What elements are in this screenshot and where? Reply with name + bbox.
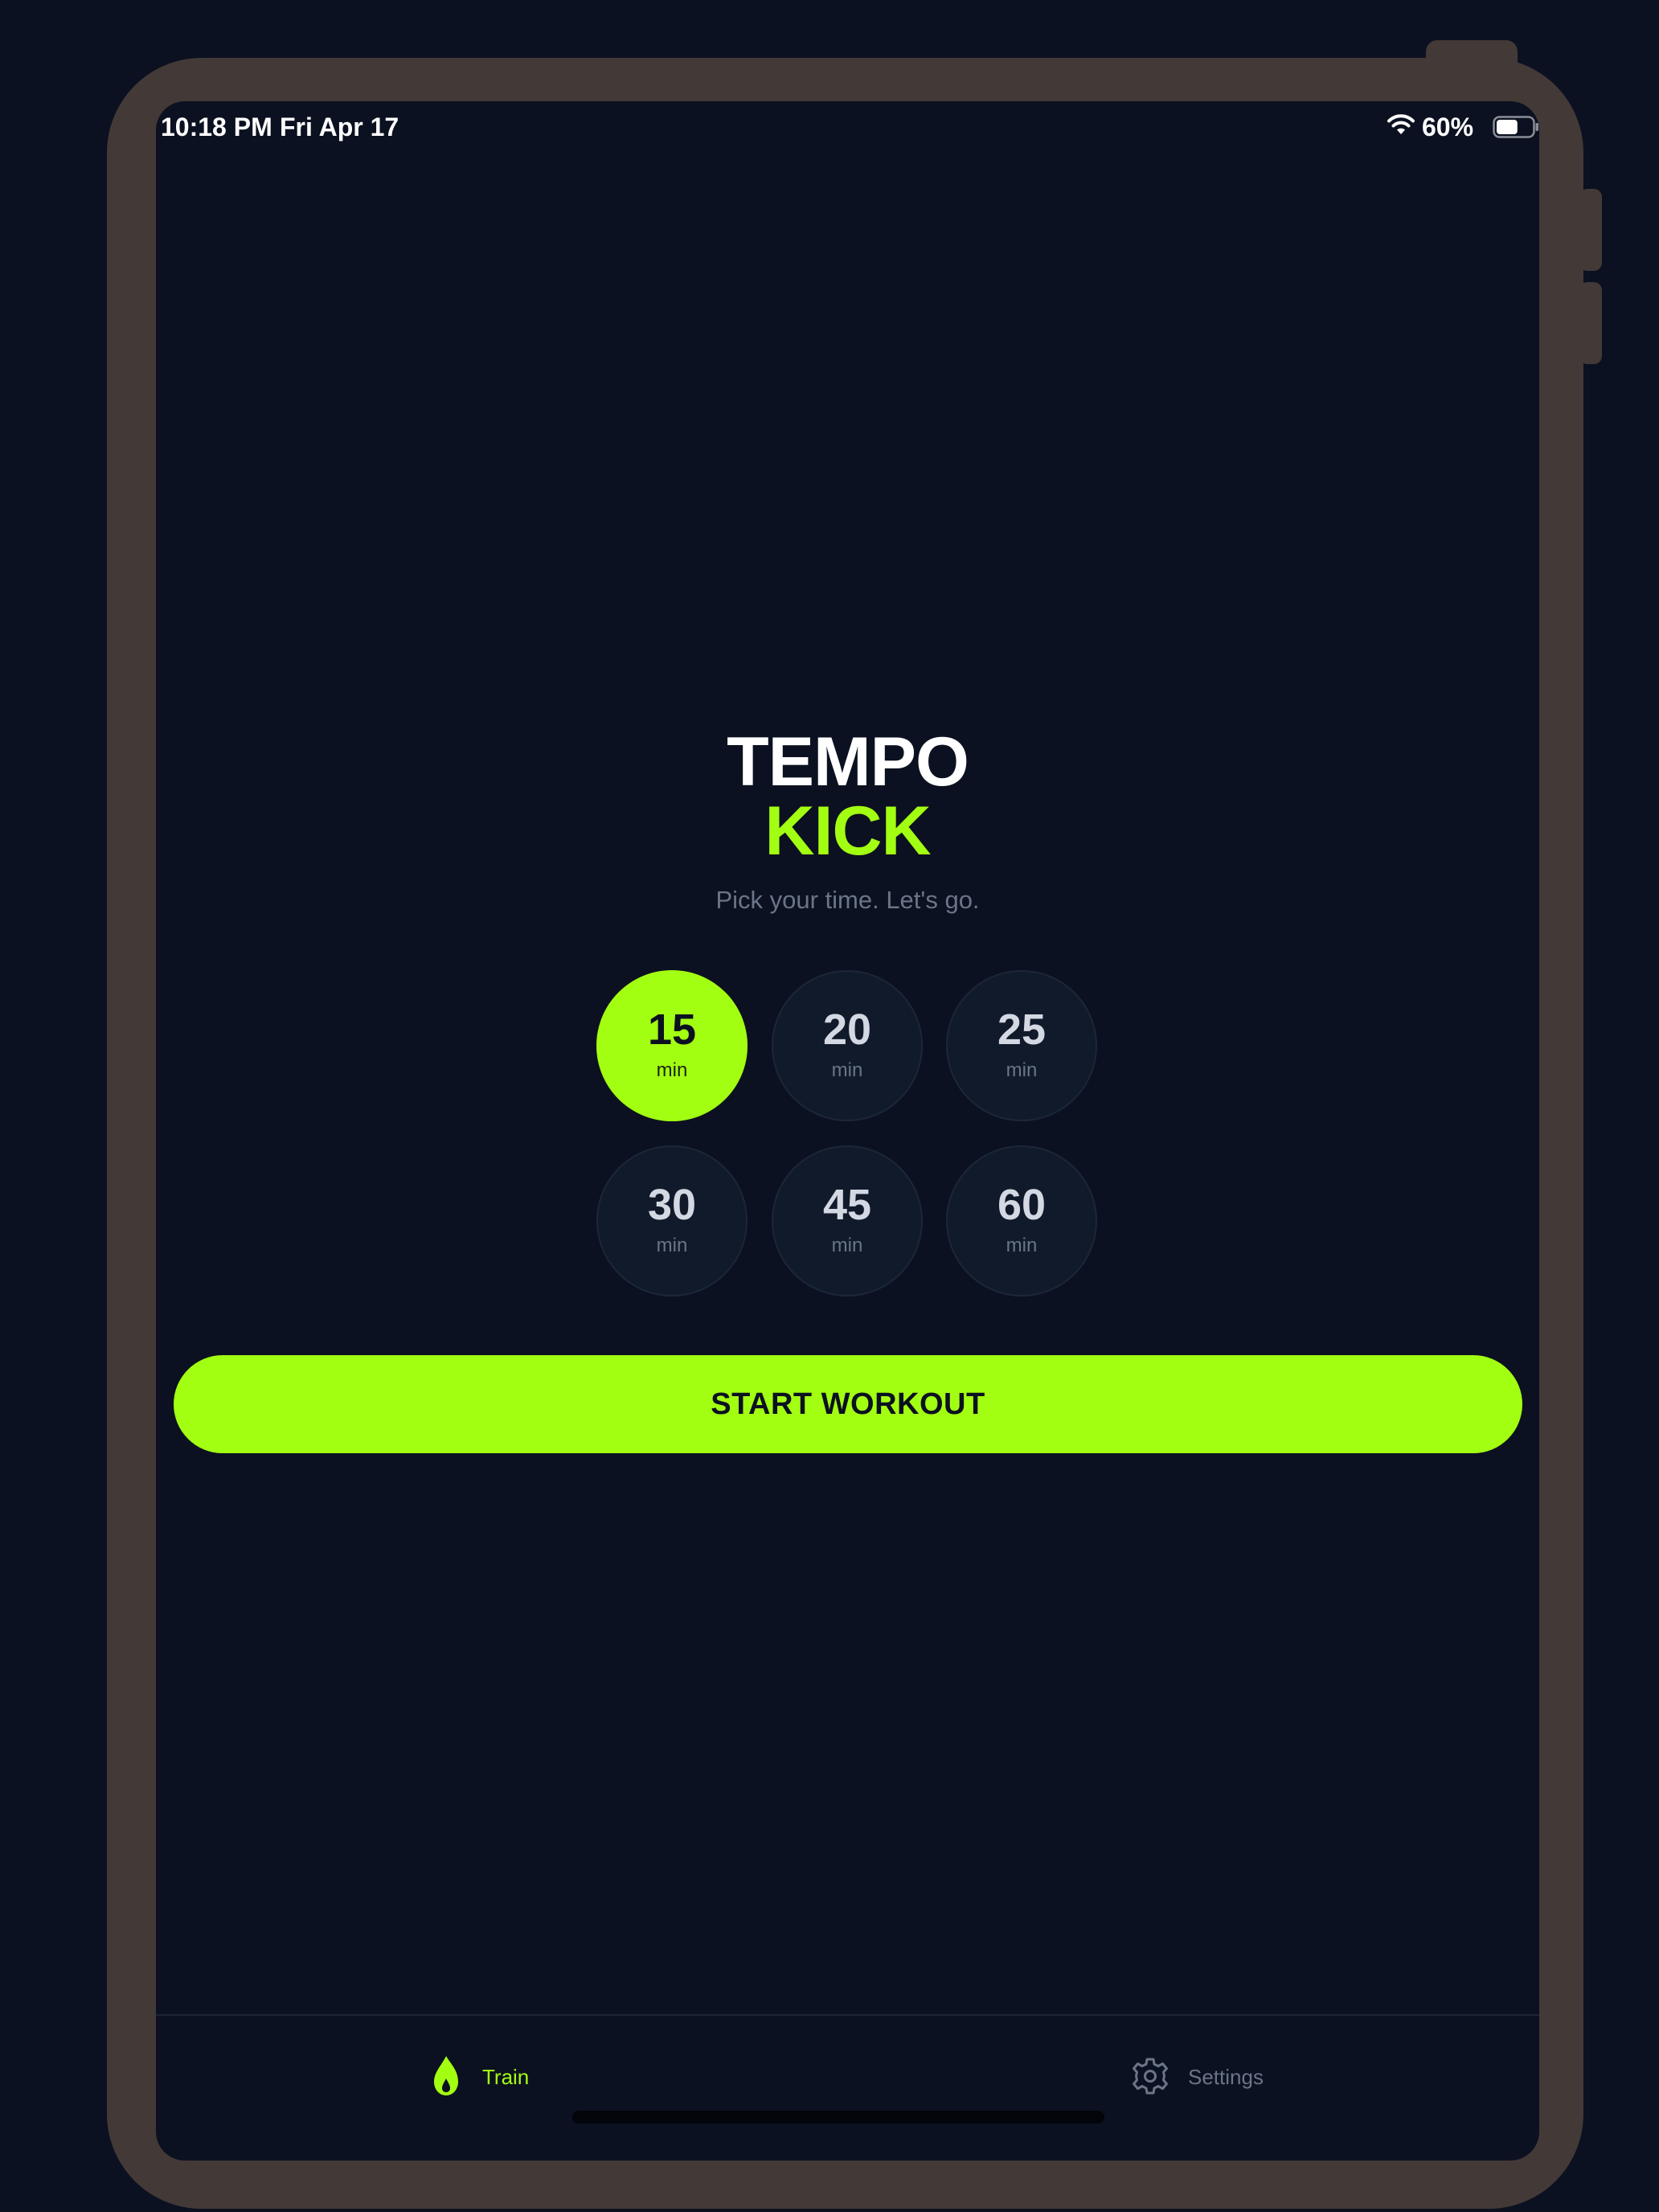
device-top-button [1426, 40, 1518, 66]
device-volume-up-button [1579, 189, 1602, 271]
duration-unit: min [831, 1059, 863, 1081]
duration-option-20[interactable]: 20 min [772, 970, 923, 1121]
status-indicators: 60% [1378, 111, 1539, 143]
tab-label: Train [482, 2065, 530, 2089]
duration-unit: min [831, 1235, 863, 1256]
status-bar: 10:18 PM Fri Apr 17 60% [156, 101, 1539, 153]
duration-option-30[interactable]: 30 min [596, 1145, 748, 1296]
status-date: Fri Apr 17 [280, 113, 399, 141]
duration-unit: min [1006, 1235, 1038, 1256]
tagline: Pick your time. Let's go. [715, 886, 980, 914]
duration-value: 25 [997, 1006, 1047, 1054]
duration-value: 15 [647, 1006, 697, 1054]
duration-unit: min [656, 1235, 688, 1256]
duration-value: 60 [997, 1181, 1047, 1229]
battery-percent: 60% [1422, 113, 1474, 141]
duration-option-15[interactable]: 15 min [596, 970, 748, 1121]
home-indicator [572, 2111, 1104, 2124]
device-volume-down-button [1579, 282, 1602, 364]
battery-icon [1493, 116, 1538, 138]
app-title-kick: KICK [764, 793, 931, 870]
duration-option-45[interactable]: 45 min [772, 1145, 923, 1296]
duration-value: 45 [822, 1181, 872, 1229]
gear-icon [1133, 2058, 1168, 2095]
wifi-icon [1387, 114, 1415, 134]
tab-bar-divider [156, 2014, 1539, 2016]
tab-train[interactable]: Train [426, 2046, 587, 2108]
app-title-tempo: TEMPO [727, 723, 969, 801]
status-time: 10:18 PM [161, 113, 272, 141]
duration-value: 30 [647, 1181, 697, 1229]
tab-label: Settings [1188, 2065, 1264, 2089]
app-screen: 10:18 PM Fri Apr 17 60% TEMPO KICK Pick … [156, 101, 1539, 2161]
duration-value: 20 [822, 1006, 872, 1054]
start-workout-button[interactable]: START WORKOUT [174, 1355, 1522, 1453]
duration-unit: min [656, 1059, 688, 1081]
duration-unit: min [1006, 1059, 1038, 1081]
duration-option-60[interactable]: 60 min [946, 1145, 1097, 1296]
tab-settings[interactable]: Settings [1130, 2046, 1307, 2108]
duration-option-25[interactable]: 25 min [946, 970, 1097, 1121]
flame-icon [434, 2056, 458, 2095]
